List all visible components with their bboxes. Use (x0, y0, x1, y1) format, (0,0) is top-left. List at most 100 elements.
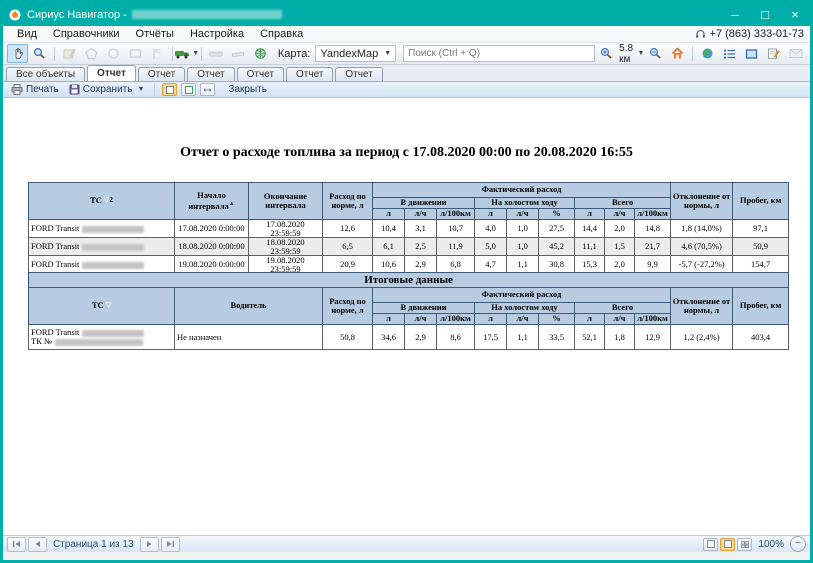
unit-header: л (373, 314, 405, 325)
selection-rect-icon (745, 48, 758, 60)
list-view-button[interactable] (719, 44, 740, 63)
prev-page-button[interactable] (28, 537, 47, 552)
menu-spravochniki[interactable]: Справочники (45, 28, 128, 40)
unit-header: л/100км (635, 209, 671, 220)
sort-order-badge: 2 (109, 197, 113, 205)
main-toolbar: ▼ Карта: YandexMap ▼ 5.8 км ▼ (3, 43, 810, 65)
report-title: Отчет о расходе топлива за период с 17.0… (3, 145, 810, 161)
zoom-width-button[interactable] (720, 538, 735, 551)
map-scale-value: 5.8 км (619, 43, 633, 65)
edit-note-button[interactable] (763, 44, 784, 63)
unit-header: л/ч (605, 209, 635, 220)
rectangle-icon (129, 47, 142, 60)
app-icon (8, 8, 22, 22)
single-page-icon (707, 540, 715, 548)
menu-otchety[interactable]: Отчёты (128, 28, 182, 40)
menu-bar: Вид Справочники Отчёты Настройка Справка… (3, 26, 810, 43)
redacted-plate (82, 262, 144, 269)
unit-header: л/ч (405, 314, 437, 325)
col-header-tc: ТС ▽2 (29, 183, 175, 220)
toolbar-separator (154, 83, 155, 97)
chevron-down-icon[interactable]: ▼ (638, 50, 645, 57)
measure-button[interactable] (228, 44, 249, 63)
window-title-redacted (132, 10, 282, 19)
tab-report-3[interactable]: Отчет (187, 67, 234, 81)
rectangle-tool-button[interactable] (125, 44, 146, 63)
minimize-button[interactable]: – (720, 3, 750, 26)
view-mode-fit-button[interactable] (200, 83, 215, 96)
pan-tool-button[interactable] (7, 44, 28, 63)
maximize-button[interactable]: □ (750, 3, 780, 26)
table-row: FORD Transit 19.08.2020 0:00:0019.08.202… (29, 256, 789, 274)
col-header-actual: Фактический расход (373, 288, 671, 303)
totals-table: Итоговые данные ТС ▽ Водитель Расход по … (28, 272, 789, 350)
page-icon (166, 86, 174, 94)
save-label: Сохранить (83, 84, 133, 95)
last-page-button[interactable] (161, 537, 180, 552)
zoom-multi-button[interactable] (737, 538, 752, 551)
message-button[interactable] (785, 44, 806, 63)
tab-report-5[interactable]: Отчет (286, 67, 333, 81)
geozone-button[interactable] (250, 44, 271, 63)
close-report-label: Закрыть (228, 84, 267, 95)
tab-report-6[interactable]: Отчет (335, 67, 382, 81)
unit-header: л (373, 209, 405, 220)
redacted-card-number (55, 339, 143, 346)
next-page-button[interactable] (140, 537, 159, 552)
close-button[interactable]: × (780, 3, 810, 26)
unit-header: % (539, 314, 575, 325)
status-bar: Страница 1 из 13 100% − (3, 535, 810, 552)
col-header-moving: В движении (373, 303, 475, 314)
save-button[interactable]: Сохранить ▼ (66, 84, 148, 95)
globe-button[interactable] (697, 44, 718, 63)
col-header-deviation: Отклонение от нормы, л (671, 288, 733, 325)
circle-tool-button[interactable] (103, 44, 124, 63)
selection-area-button[interactable] (741, 44, 762, 63)
zoom-out-button[interactable] (645, 44, 666, 63)
zoom-page-button[interactable] (703, 538, 718, 551)
toolbar-separator (692, 47, 693, 61)
zoom-out-icon (649, 47, 662, 60)
col-header-mileage: Пробег, км (733, 288, 789, 325)
flag-tool-button[interactable] (147, 44, 168, 63)
route-icon (209, 48, 223, 60)
print-label: Печать (26, 84, 59, 95)
chevron-down-icon: ▼ (192, 50, 199, 57)
tab-all-objects[interactable]: Все объекты (6, 67, 85, 81)
unit-header: л/ч (507, 209, 539, 220)
route-button[interactable] (206, 44, 227, 63)
map-provider-select[interactable]: YandexMap ▼ (315, 45, 396, 62)
tab-report-2[interactable]: Отчет (138, 67, 185, 81)
redacted-plate (82, 244, 144, 251)
headset-icon (695, 29, 706, 40)
col-header-end: Окончание интервала (249, 183, 323, 220)
zoom-select-button[interactable] (29, 44, 50, 63)
search-input[interactable] (403, 45, 595, 62)
geozone-globe-icon (254, 47, 267, 60)
edit-map-button[interactable] (59, 44, 80, 63)
zoom-out-slider-button[interactable]: − (790, 536, 806, 552)
vehicle-dropdown-button[interactable]: ▼ (176, 44, 197, 63)
window-bottom-edge (3, 552, 810, 560)
tab-report-4[interactable]: Отчет (237, 67, 284, 81)
unit-header: % (539, 209, 575, 220)
unit-header: л (575, 314, 605, 325)
menu-vid[interactable]: Вид (9, 28, 45, 40)
unit-header: л (475, 209, 507, 220)
tab-report-active[interactable]: Отчет (87, 65, 136, 81)
polygon-tool-button[interactable] (81, 44, 102, 63)
toolbar-separator (201, 47, 202, 61)
close-report-button[interactable]: Закрыть (225, 84, 270, 95)
view-mode-single-button[interactable] (162, 83, 177, 96)
col-header-deviation: Отклонение от нормы, л (671, 183, 733, 220)
home-button[interactable] (667, 44, 688, 63)
print-button[interactable]: Печать (8, 84, 62, 95)
first-page-button[interactable] (7, 537, 26, 552)
menu-nastroika[interactable]: Настройка (182, 28, 252, 40)
view-mode-width-button[interactable] (181, 83, 196, 96)
toolbar-separator (172, 47, 173, 61)
col-header-idle: На холостом ходу (475, 198, 575, 209)
statusbar-zoom-group: 100% − (703, 536, 806, 552)
zoom-in-button[interactable] (596, 44, 617, 63)
menu-spravka[interactable]: Справка (252, 28, 311, 40)
